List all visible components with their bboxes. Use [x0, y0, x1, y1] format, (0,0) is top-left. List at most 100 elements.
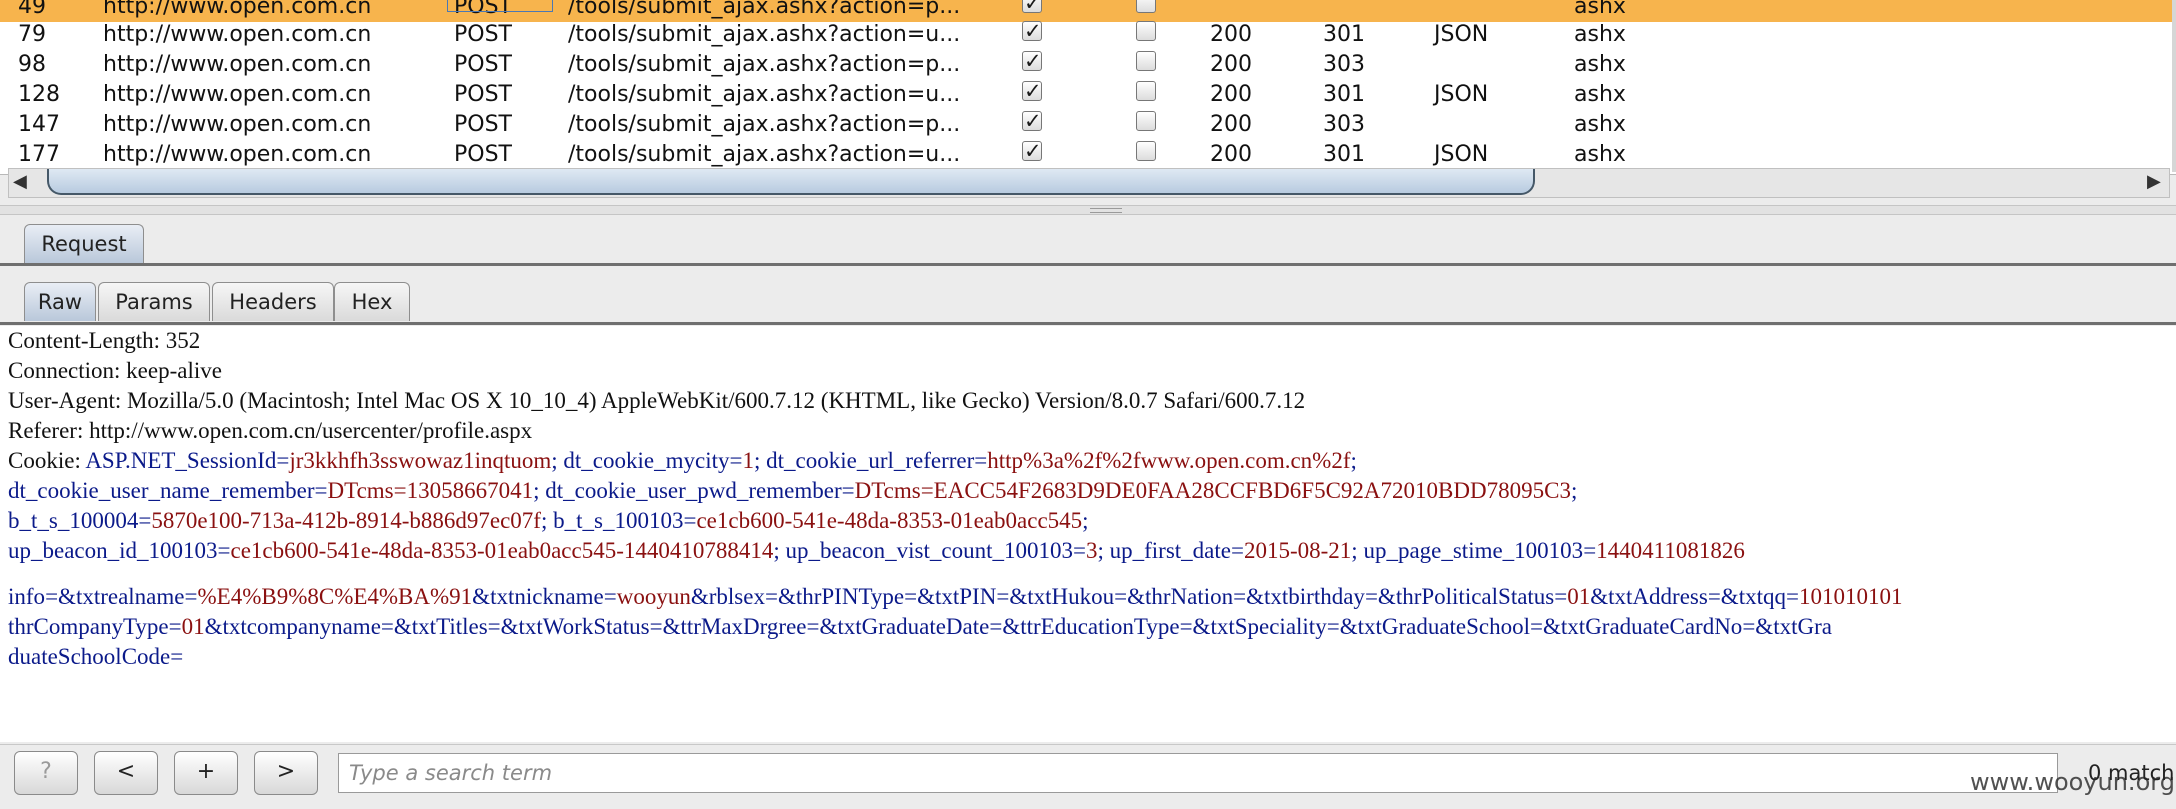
- param-value: 5870e100-713a-412b-8914-b886d97ec07f: [151, 508, 541, 533]
- separator: &: [1755, 614, 1774, 639]
- row-url: /tools/submit_ajax.ashx?action=u...: [568, 22, 961, 47]
- equals-sign: =: [841, 478, 855, 503]
- param-name: txtnickname: [490, 584, 604, 609]
- row-redirect: 301: [1323, 22, 1365, 47]
- param-value: 3: [1085, 538, 1098, 563]
- horizontal-scroll-thumb[interactable]: [47, 169, 1535, 195]
- row-checkbox[interactable]: [1136, 0, 1156, 13]
- param-value: 1440411081826: [1596, 538, 1745, 563]
- row-status: 200: [1210, 112, 1252, 137]
- row-checkbox[interactable]: [1136, 141, 1156, 161]
- row-checkbox-checked[interactable]: [1022, 107, 1042, 135]
- row-id: 177: [18, 142, 60, 167]
- row-status: 200: [1210, 142, 1252, 167]
- next-match-button[interactable]: >: [254, 751, 318, 795]
- tab-request[interactable]: Request: [24, 224, 144, 263]
- pane-splitter[interactable]: [0, 205, 2176, 215]
- row-checkbox-checked[interactable]: [1022, 137, 1042, 165]
- separator: ;: [1351, 538, 1364, 563]
- table-row[interactable]: 98 http://www.open.com.cn POST/tools/submi…: [0, 47, 2172, 80]
- row-url: /tools/submit_ajax.ashx?action=p...: [568, 112, 961, 137]
- table-row[interactable]: 147 http://www.open.com.cn POST/tools/subm…: [0, 107, 2172, 140]
- row-checkbox-checked[interactable]: [1022, 0, 1042, 17]
- cookie-line: b_t_s_100004=5870e100-713a-412b-8914-b88…: [8, 506, 1089, 536]
- row-extension: ashx: [1574, 0, 1626, 19]
- equals-sign: =: [1707, 584, 1721, 609]
- row-checkbox[interactable]: [1136, 111, 1156, 131]
- row-checkbox-checked[interactable]: [1022, 17, 1042, 45]
- row-redirect: 301: [1323, 82, 1365, 107]
- row-checkbox-checked[interactable]: [1022, 47, 1042, 75]
- row-host: http://www.open.com.cn: [103, 52, 372, 77]
- tab-raw[interactable]: Raw: [24, 282, 96, 321]
- separator: &: [819, 614, 838, 639]
- equals-sign: =: [184, 584, 198, 609]
- tab-headers[interactable]: Headers: [212, 282, 334, 321]
- equals-sign: =: [380, 614, 394, 639]
- equals-sign: =: [1583, 538, 1597, 563]
- separator: ;: [753, 448, 767, 473]
- row-id: 128: [18, 82, 60, 107]
- param-name: up_beacon_id_100103: [8, 538, 218, 563]
- param-name: dt_cookie_user_pwd_remember: [545, 478, 842, 503]
- table-row[interactable]: 79 http://www.open.com.cn POST/tools/submi…: [0, 17, 2172, 50]
- vertical-scrollbar[interactable]: [2172, 0, 2176, 172]
- equals-sign: =: [1179, 614, 1193, 639]
- row-id: 49: [18, 0, 46, 19]
- row-host: http://www.open.com.cn: [103, 0, 372, 19]
- previous-match-button[interactable]: <: [94, 751, 158, 795]
- horizontal-scrollbar[interactable]: ◀ ▶: [8, 168, 2170, 198]
- row-checkbox[interactable]: [1136, 51, 1156, 71]
- equals-sign: =: [1742, 614, 1756, 639]
- table-row[interactable]: 177 http://www.open.com.cn POST/tools/subm…: [0, 137, 2172, 170]
- row-host: http://www.open.com.cn: [103, 82, 372, 107]
- row-method: POST: [454, 142, 512, 167]
- separator: &: [917, 584, 935, 609]
- param-name: ttrEducationType: [1020, 614, 1180, 639]
- table-row[interactable]: 49 http://www.open.com.cn POST/tools/submi…: [0, 0, 2172, 22]
- proxy-history-table[interactable]: 49 http://www.open.com.cn POST/tools/submi…: [0, 0, 2176, 175]
- row-checkbox-checked[interactable]: [1022, 77, 1042, 105]
- equals-sign: =: [989, 614, 1003, 639]
- separator: &: [1590, 584, 1609, 609]
- splitter-grip-icon[interactable]: [1090, 208, 1122, 213]
- param-value: DTcms=13058667041: [327, 478, 534, 503]
- add-button[interactable]: +: [174, 751, 238, 795]
- param-value: 2015-08-21: [1243, 538, 1352, 563]
- param-name: ASP.NET_SessionId: [85, 448, 277, 473]
- separator: ;: [1350, 448, 1357, 473]
- row-checkbox[interactable]: [1136, 81, 1156, 101]
- scroll-right-arrow-icon[interactable]: ▶: [2147, 171, 2161, 193]
- row-checkbox[interactable]: [1136, 21, 1156, 41]
- tab-hex[interactable]: Hex: [334, 282, 410, 321]
- equals-sign: =: [764, 584, 778, 609]
- equals-sign: =: [217, 538, 231, 563]
- row-status: 200: [1210, 82, 1252, 107]
- row-mime: JSON: [1434, 22, 1489, 47]
- row-mime: JSON: [1434, 82, 1489, 107]
- param-name: thrPoliticalStatus: [1395, 584, 1555, 609]
- row-extension: ashx: [1574, 112, 1626, 137]
- separator: &: [500, 614, 519, 639]
- row-id: 147: [18, 112, 60, 137]
- row-extension: ashx: [1574, 82, 1626, 107]
- equals-sign: =: [1364, 584, 1378, 609]
- separator: ;: [1082, 508, 1089, 533]
- raw-request-editor[interactable]: Content-Length: 352 Connection: keep-ali…: [0, 326, 2176, 742]
- row-url: /tools/submit_ajax.ashx?action=p...: [568, 0, 961, 19]
- row-host: http://www.open.com.cn: [103, 142, 372, 167]
- row-method: POST: [454, 82, 512, 107]
- body-line: info=&txtrealname=%E4%B9%8C%E4%BA%91&txt…: [8, 582, 1902, 612]
- param-name: txtAddress: [1608, 584, 1708, 609]
- separator: &: [58, 584, 76, 609]
- help-button[interactable]: ?: [14, 751, 78, 795]
- separator: &: [1127, 584, 1145, 609]
- scroll-left-arrow-icon[interactable]: ◀: [13, 171, 27, 193]
- tab-params[interactable]: Params: [98, 282, 210, 321]
- equals-sign: =: [1230, 538, 1244, 563]
- equals-sign: =: [276, 448, 290, 473]
- search-input[interactable]: [338, 753, 2058, 793]
- param-value: 01: [181, 614, 205, 639]
- table-row[interactable]: 128 http://www.open.com.cn POST/tools/subm…: [0, 77, 2172, 110]
- param-name: b_t_s_100103: [553, 508, 684, 533]
